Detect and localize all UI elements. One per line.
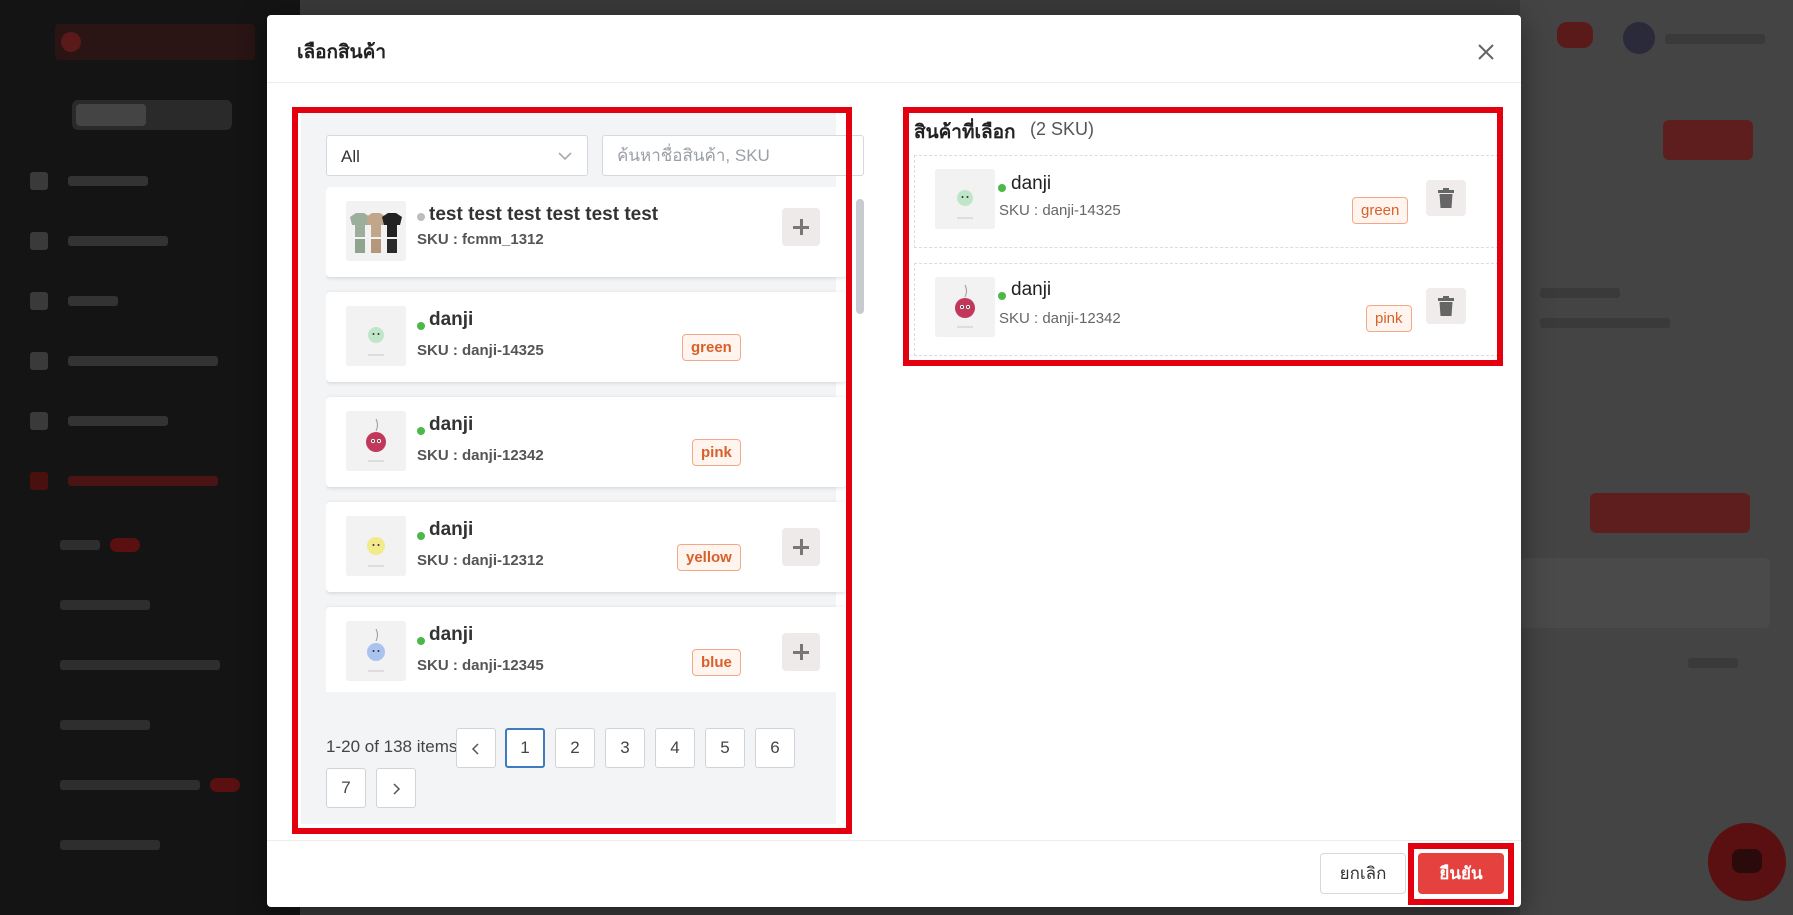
background-logo <box>55 24 255 60</box>
background-nav-item <box>30 230 270 252</box>
cancel-button[interactable]: ยกเลิก <box>1320 853 1406 894</box>
right-highlight-box <box>903 107 1503 366</box>
background-nav-item <box>30 170 270 192</box>
background-sub-item <box>60 660 220 670</box>
background-topbar <box>1520 0 1793 78</box>
modal-header: เลือกสินค้า <box>267 15 1521 83</box>
background-sub-item <box>60 720 150 730</box>
background-button <box>1590 493 1750 533</box>
background-sub-item <box>60 780 200 790</box>
left-highlight-box <box>292 107 852 834</box>
background-sub-item <box>60 840 160 850</box>
close-icon[interactable] <box>1471 37 1501 67</box>
background-nav-item <box>30 350 270 372</box>
background-text <box>1688 658 1738 668</box>
background-nav-item-active <box>30 470 270 492</box>
scrollbar-thumb[interactable] <box>856 199 864 314</box>
confirm-highlight-box <box>1408 843 1514 905</box>
background-nav-item <box>30 410 270 432</box>
background-toggle <box>72 100 232 130</box>
background-button <box>1663 120 1753 160</box>
product-list-scrollbar[interactable] <box>854 187 866 692</box>
chat-bubble-button <box>1708 823 1786 901</box>
background-badge <box>210 778 240 792</box>
background-badge <box>110 538 140 552</box>
background-card <box>1520 558 1770 628</box>
background-text <box>1540 318 1670 328</box>
background-main <box>1520 78 1793 915</box>
select-product-modal: เลือกสินค้า All ค้นหาชื่อสินค้า, SKU tes… <box>267 15 1521 907</box>
background-sidebar <box>0 0 300 915</box>
modal-title: เลือกสินค้า <box>297 42 387 63</box>
background-nav-item <box>30 290 270 312</box>
background-text <box>1540 288 1620 298</box>
background-sub-item <box>60 540 100 550</box>
background-sub-item <box>60 600 150 610</box>
